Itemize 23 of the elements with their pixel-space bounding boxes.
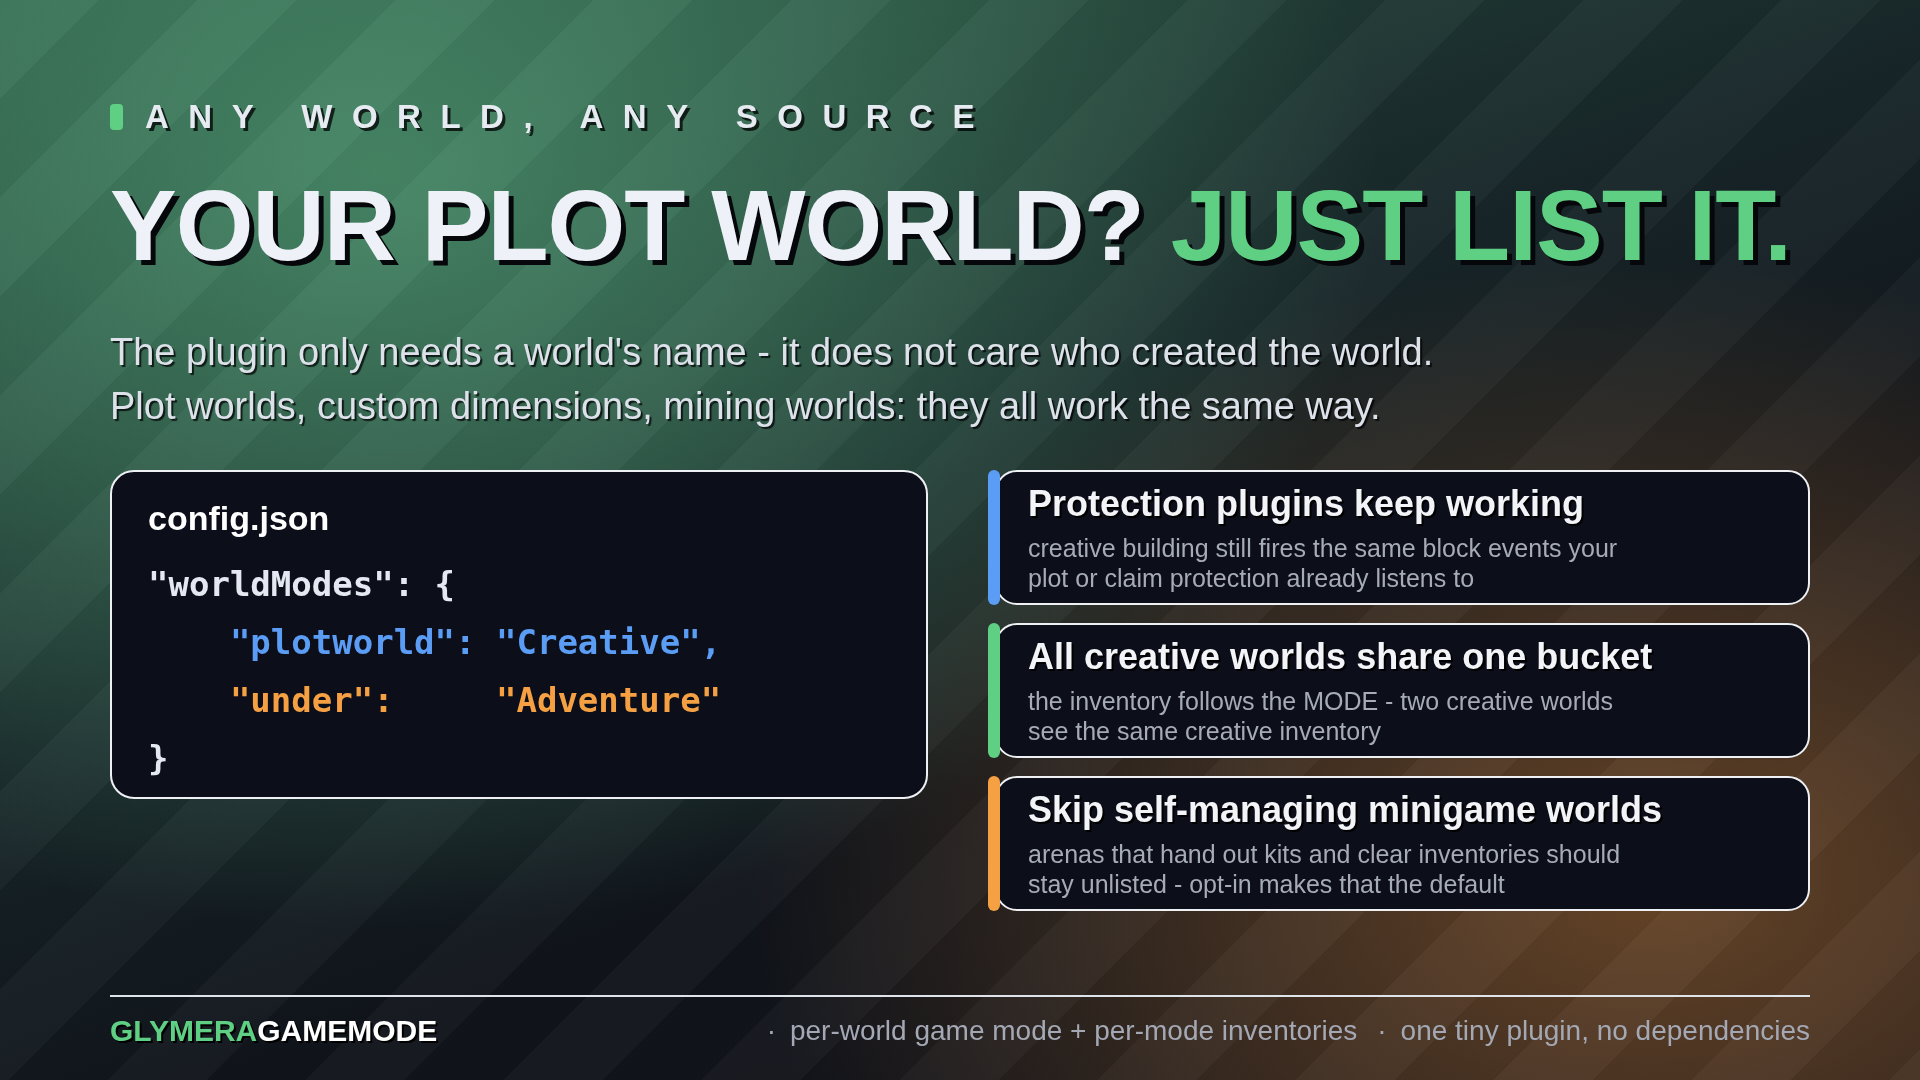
headline: YOUR PLOT WORLD? JUST LIST IT. (110, 170, 1793, 280)
json-key: "under": (229, 671, 496, 729)
feature-title: Skip self-managing minigame worlds (1028, 790, 1664, 830)
separator-dot: · (766, 1014, 776, 1048)
feature-title: Protection plugins keep working (1028, 484, 1586, 524)
feature-description: arenas that hand out kits and clear inventories should stay unlisted - opt-in makes that the default (1028, 839, 1622, 899)
separator-dot: · (1377, 1014, 1387, 1048)
code-line: } (148, 737, 170, 780)
feature-description: creative building still fires the same block events your plot or claim protection already listens to (1028, 533, 1619, 593)
intro-text: The plugin only needs a world's name - it does not care who created the world. (110, 330, 1435, 375)
code-line: "worldModes": { (148, 563, 457, 606)
footer-note: one tiny plugin, no dependencies (1400, 1014, 1810, 1048)
feature-title: All creative worlds share one bucket (1028, 637, 1654, 677)
bar-marker-icon (110, 104, 123, 130)
footer-note: per-world game mode + per-mode inventories (789, 1014, 1358, 1048)
section-label: ANY WORLD, ANY SOURCE (145, 97, 994, 137)
json-value: "Adventure" (495, 679, 722, 722)
json-key: "plotworld": (229, 613, 496, 671)
feature-description: the inventory follows the MODE - two creative worlds see the same creative inventory (1028, 686, 1614, 746)
file-name: config.json (148, 499, 331, 537)
json-value: "Creative", (495, 621, 722, 664)
intro-text: Plot worlds, custom dimensions, mining worlds: they all work the same way. (110, 384, 1382, 429)
brand-wordmark: GLYMERAGAMEMODE (110, 1013, 438, 1049)
